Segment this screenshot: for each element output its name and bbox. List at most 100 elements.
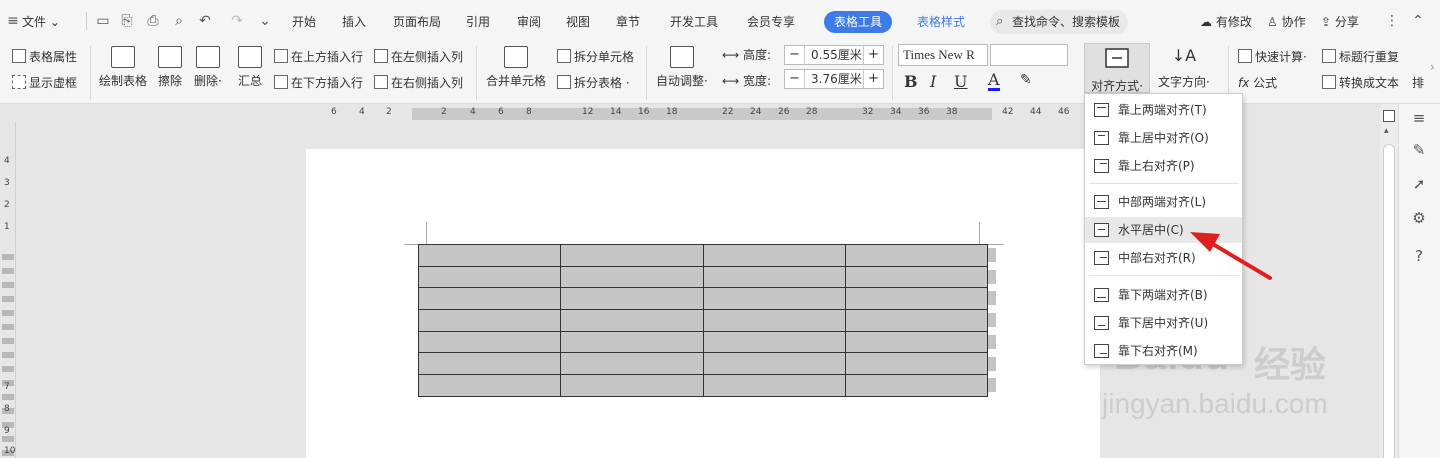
highlight-icon[interactable]: ✎ (1020, 72, 1032, 88)
help-icon[interactable]: ? (1409, 246, 1429, 266)
table-cell[interactable] (560, 330, 704, 354)
table-cell[interactable] (417, 374, 562, 397)
italic-icon[interactable]: I (930, 72, 936, 91)
more-icon[interactable]: ⋮ (1383, 12, 1401, 30)
table-row[interactable] (417, 309, 989, 332)
scrollbar-thumb[interactable] (1383, 144, 1395, 458)
table-cell[interactable] (702, 352, 846, 376)
table-cell[interactable] (844, 265, 989, 289)
modified-status[interactable]: ☁ 有修改 (1200, 12, 1252, 32)
tab-table-style[interactable]: 表格样式 (917, 12, 965, 32)
table-cell[interactable] (702, 309, 846, 332)
font-name-select[interactable]: Times New R (898, 44, 988, 66)
split-cells-button[interactable]: 拆分单元格 (557, 48, 634, 65)
save-icon[interactable]: ▭ (94, 12, 112, 30)
table-properties-button[interactable]: 表格属性 (12, 48, 77, 65)
insert-row-above-button[interactable]: 在上方插入行 (274, 48, 363, 65)
quick-calc-button[interactable]: 快速计算· (1238, 48, 1307, 65)
sort-button[interactable]: 排 (1412, 74, 1424, 91)
convert-to-text-button[interactable]: 转换成文本 (1322, 74, 1399, 91)
menu-item-bottom-center[interactable]: 靠下居中对齐(U) (1085, 310, 1242, 336)
settings-sliders-icon[interactable]: ⚙ (1409, 208, 1429, 228)
table-cell[interactable] (844, 287, 989, 311)
table-row[interactable] (417, 352, 989, 376)
table-row[interactable] (417, 265, 989, 289)
vertical-scrollbar[interactable]: ▴ (1380, 104, 1398, 458)
table-row[interactable] (417, 244, 989, 267)
insert-row-below-button[interactable]: 在下方插入行 (274, 74, 363, 91)
tab-member[interactable]: 会员专享 (747, 12, 795, 32)
tab-view[interactable]: 视图 (566, 12, 590, 32)
collapse-ribbon-icon[interactable]: ⌃ (1409, 12, 1427, 30)
search-box[interactable]: ⌕ 查找命令、搜索模板 (990, 10, 1128, 34)
text-direction-button[interactable]: ↓A 文字方向· (1158, 46, 1210, 90)
menu-item-middle-justify[interactable]: 中部两端对齐(L) (1085, 189, 1242, 215)
increase-height-button[interactable]: + (863, 46, 883, 64)
print-icon[interactable]: ⎙ (144, 12, 162, 30)
table-cell[interactable] (702, 265, 846, 289)
table-cell[interactable] (560, 265, 704, 289)
undo-icon[interactable]: ↶ (196, 12, 214, 30)
cursor-icon[interactable]: ➚ (1409, 174, 1429, 194)
scroll-up-icon[interactable]: ▴ (1384, 126, 1389, 136)
font-size-select[interactable] (990, 44, 1068, 66)
delete-button[interactable]: 删除· (194, 46, 222, 89)
tab-developer[interactable]: 开发工具 (670, 12, 718, 32)
table-row[interactable] (417, 330, 989, 354)
formula-button[interactable]: fx 公式 (1238, 74, 1277, 91)
table-cell[interactable] (560, 352, 704, 376)
table-cell[interactable] (417, 265, 562, 289)
table-cell[interactable] (702, 287, 846, 311)
hamburger-menu-icon[interactable]: ≡ (4, 12, 22, 30)
share-button[interactable]: ⇪ 分享 (1321, 12, 1359, 32)
font-color-icon[interactable]: A (988, 72, 1000, 91)
table-cell[interactable] (844, 374, 989, 397)
menu-item-top-center[interactable]: 靠上居中对齐(O) (1085, 125, 1242, 151)
tab-page-layout[interactable]: 页面布局 (393, 12, 441, 32)
erase-button[interactable]: 擦除 (158, 46, 182, 89)
table-cell[interactable] (560, 309, 704, 332)
table-cell[interactable] (844, 309, 989, 332)
table-cell[interactable] (702, 244, 846, 267)
table-cell[interactable] (560, 244, 704, 267)
width-stepper[interactable]: − 3.76厘米 + (784, 69, 884, 89)
table-cell[interactable] (844, 244, 989, 267)
show-gridlines-button[interactable]: 显示虚框 (12, 74, 77, 91)
table-cell[interactable] (560, 374, 704, 397)
decrease-height-button[interactable]: − (785, 46, 805, 64)
table-cell[interactable] (702, 330, 846, 354)
menu-item-bottom-right[interactable]: 靠下右对齐(M) (1085, 338, 1242, 364)
export-pdf-icon[interactable]: ⎘ (118, 12, 136, 30)
tab-home[interactable]: 开始 (292, 12, 316, 32)
tab-references[interactable]: 引用 (466, 12, 490, 32)
merge-cells-button[interactable]: 合并单元格 (486, 46, 546, 89)
table-cell[interactable] (417, 352, 562, 376)
table-cell[interactable] (417, 287, 562, 311)
collaborate-button[interactable]: ♙ 协作 (1267, 12, 1306, 32)
increase-width-button[interactable]: + (863, 70, 883, 88)
bold-icon[interactable]: B (904, 72, 918, 91)
table-cell[interactable] (417, 309, 562, 332)
table-cell[interactable] (702, 374, 846, 397)
tab-insert[interactable]: 插入 (342, 12, 366, 32)
print-preview-icon[interactable]: ⌕ (170, 12, 188, 30)
table-row[interactable] (417, 287, 989, 311)
table-cell[interactable] (844, 330, 989, 354)
table-cell[interactable] (560, 287, 704, 311)
table-cell[interactable] (417, 244, 562, 267)
decrease-width-button[interactable]: − (785, 70, 805, 88)
split-table-button[interactable]: 拆分表格 · (557, 74, 630, 91)
tab-table-tools[interactable]: 表格工具 (824, 11, 893, 33)
width-value[interactable]: 3.76厘米 (811, 70, 862, 88)
document-table[interactable] (417, 244, 989, 397)
page-mini-icon[interactable] (1383, 110, 1395, 122)
menu-item-top-right[interactable]: 靠上右对齐(P) (1085, 153, 1242, 179)
auto-fit-button[interactable]: 自动调整· (656, 46, 708, 89)
customize-chevron-icon[interactable]: ⌄ (256, 12, 274, 30)
table-cell[interactable] (844, 352, 989, 376)
tab-chapter[interactable]: 章节 (616, 12, 640, 32)
pen-icon[interactable]: ✎ (1409, 140, 1429, 160)
height-stepper[interactable]: − 0.55厘米 + (784, 45, 884, 65)
table-cell[interactable] (417, 330, 562, 354)
ribbon-scroll-right-icon[interactable]: › (1430, 60, 1435, 74)
